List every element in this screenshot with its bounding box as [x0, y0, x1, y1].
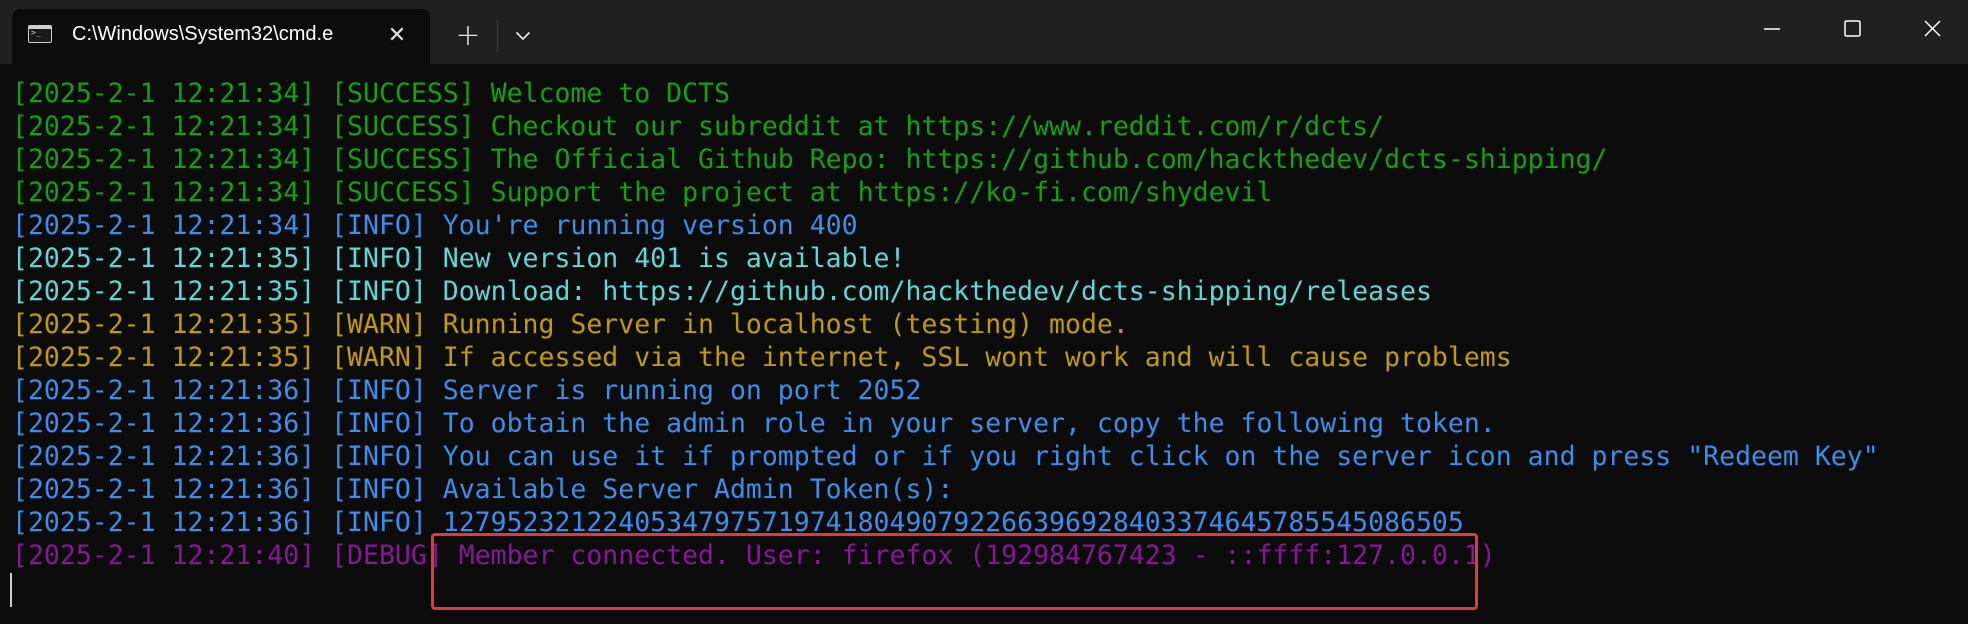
- console-line: [2025-2-1 12:21:35] [INFO] New version 4…: [12, 243, 906, 274]
- title-bar: C:\Windows\System32\cmd.e ✕ +: [0, 0, 1968, 64]
- console-line: [2025-2-1 12:21:35] [INFO] Download: htt…: [12, 276, 1432, 307]
- console-line: [2025-2-1 12:21:34] [SUCCESS] Support th…: [12, 177, 1273, 208]
- console-line: [2025-2-1 12:21:35] [WARN] Running Serve…: [12, 309, 1129, 340]
- terminal-icon: [28, 25, 52, 43]
- token-highlight-box: [431, 533, 1478, 610]
- chevron-down-icon[interactable]: [505, 18, 541, 54]
- tab-separator: [497, 20, 498, 52]
- text-cursor: [10, 573, 12, 607]
- tab-title: C:\Windows\System32\cmd.e: [72, 23, 334, 45]
- new-tab-button[interactable]: +: [450, 18, 486, 54]
- console-line: [2025-2-1 12:21:34] [SUCCESS] The Offici…: [12, 144, 1608, 175]
- console-output[interactable]: [2025-2-1 12:21:34] [SUCCESS] Welcome to…: [0, 64, 1968, 624]
- console-line: [2025-2-1 12:21:36] [INFO] To obtain the…: [12, 408, 1496, 439]
- console-line: [2025-2-1 12:21:34] [SUCCESS] Checkout o…: [12, 111, 1385, 142]
- console-line: [2025-2-1 12:21:36] [INFO] You can use i…: [12, 441, 1879, 472]
- console-line: [2025-2-1 12:21:36] [INFO] Available Ser…: [12, 474, 954, 505]
- console-line: [2025-2-1 12:21:34] [INFO] You're runnin…: [12, 210, 858, 241]
- console-line: [2025-2-1 12:21:34] [SUCCESS] Welcome to…: [12, 78, 730, 109]
- terminal-window: C:\Windows\System32\cmd.e ✕ +: [0, 0, 1968, 624]
- console-line: [2025-2-1 12:21:35] [WARN] If accessed v…: [12, 342, 1512, 373]
- tab-cmd[interactable]: C:\Windows\System32\cmd.e ✕: [12, 9, 430, 64]
- console-line: [2025-2-1 12:21:36] [INFO] Server is run…: [12, 375, 922, 406]
- minimize-button[interactable]: [1732, 0, 1812, 60]
- close-tab-icon[interactable]: ✕: [382, 21, 412, 51]
- maximize-button[interactable]: [1812, 0, 1892, 60]
- close-window-button[interactable]: [1892, 0, 1968, 60]
